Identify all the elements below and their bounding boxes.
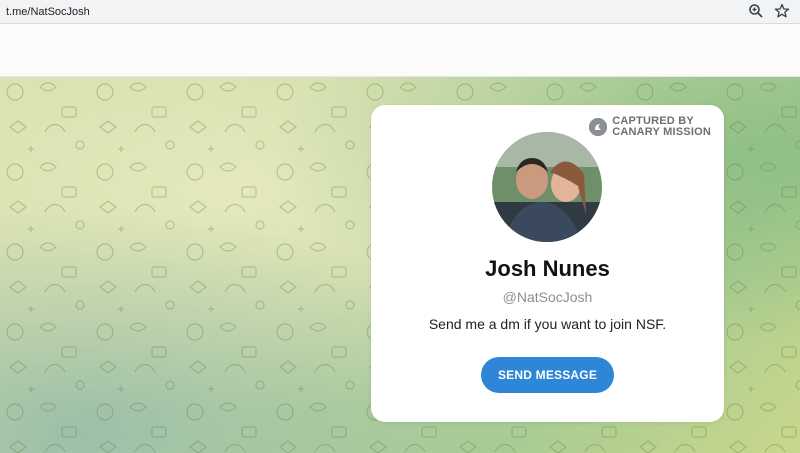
zoom-icon[interactable] [748,3,764,19]
star-icon[interactable] [774,3,790,19]
profile-username: @NatSocJosh [502,289,593,305]
avatar [492,132,602,242]
canary-mission-watermark: CAPTURED BY CANARY MISSION [589,116,711,138]
url-text[interactable]: t.me/NatSocJosh [6,6,90,18]
address-bar-actions [748,3,790,19]
canary-mission-logo-icon [589,118,608,136]
send-message-button[interactable]: SEND MESSAGE [481,357,614,393]
profile-name: Josh Nunes [485,256,610,281]
watermark-text: CAPTURED BY CANARY MISSION [612,116,711,138]
watermark-line2: CANARY MISSION [612,126,711,138]
profile-bio: Send me a dm if you want to join NSF. [428,316,667,332]
profile-card: CAPTURED BY CANARY MISSION Josh Nunes @N… [371,105,724,422]
browser-address-bar[interactable]: t.me/NatSocJosh [0,0,800,24]
page-header [0,24,800,77]
page: t.me/NatSocJosh CAPTURED BY CANARY MISSI… [0,0,800,453]
